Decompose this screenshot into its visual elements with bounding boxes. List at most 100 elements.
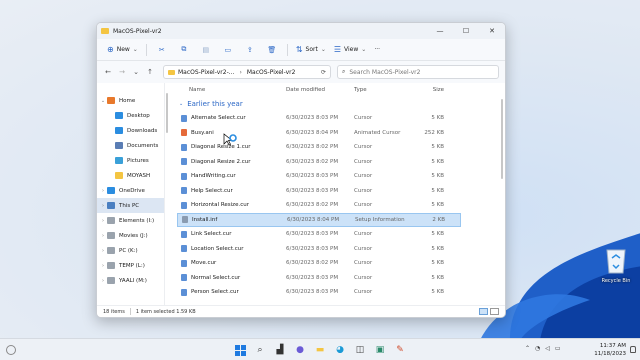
divider bbox=[145, 43, 147, 56]
address-bar-row: ← → ⌄ ↑ MacOS-Pixel-vr2-... › MacOS-Pixe… bbox=[97, 61, 505, 83]
sidebar-item[interactable]: › YAALI (M:) bbox=[97, 273, 164, 288]
file-row[interactable]: Normal Select.cur 6/30/2023 8:03 PM Cursor… bbox=[177, 271, 461, 286]
clock[interactable]: 11:37 AM 11/18/2023 bbox=[594, 342, 626, 358]
recycle-bin-desktop-icon[interactable]: Recycle Bin bbox=[596, 244, 636, 284]
group-header[interactable]: ⌄ Earlier this year bbox=[169, 97, 505, 111]
sidebar-item[interactable]: › This PC bbox=[97, 198, 164, 213]
sort-button[interactable]: ⇅ Sort ⌄ bbox=[292, 43, 330, 57]
sidebar-item[interactable]: MOYASH bbox=[97, 168, 164, 183]
minimize-button[interactable]: — bbox=[427, 23, 453, 39]
start-button[interactable] bbox=[232, 342, 248, 358]
file-name-cell: Link Select.cur bbox=[177, 230, 286, 238]
battery-icon[interactable]: ▭ bbox=[555, 345, 561, 352]
file-type: Cursor bbox=[354, 289, 373, 296]
edge-icon[interactable]: ◕ bbox=[332, 342, 348, 358]
file-row[interactable]: Horizontal Resize.cur 6/30/2023 8:02 PM Cu… bbox=[177, 198, 461, 213]
sidebar-item[interactable]: Documents bbox=[97, 138, 164, 153]
file-row[interactable]: Alternate Select.cur 6/30/2023 8:03 PM Cur… bbox=[177, 111, 461, 126]
up-arrow-icon[interactable]: ↑ bbox=[143, 68, 157, 76]
command-bar: ⊕ New ⌄ ✂ ⧉ ▤ ▭ ⇪ 🗑 ⇅ Sort ⌄ ☰ View ⌄ ··… bbox=[97, 39, 505, 61]
sidebar-item[interactable]: › Elements (I:) bbox=[97, 213, 164, 228]
file-type: Setup Information bbox=[355, 216, 405, 223]
sidebar-item[interactable]: › PC (K:) bbox=[97, 243, 164, 258]
paste-icon[interactable]: ▤ bbox=[195, 43, 217, 57]
chevron-icon[interactable]: › bbox=[99, 203, 107, 209]
new-button[interactable]: ⊕ New ⌄ bbox=[103, 43, 142, 57]
busy-cursor-icon bbox=[223, 133, 237, 146]
cut-icon[interactable]: ✂ bbox=[151, 43, 173, 57]
file-row[interactable]: Install.inf 6/30/2023 8:04 PM Setup Inform… bbox=[177, 212, 461, 227]
file-row[interactable]: Location Select.cur 6/30/2023 8:03 PM Curs… bbox=[177, 242, 461, 257]
file-type: Cursor bbox=[354, 187, 373, 194]
copy-icon[interactable]: ⧉ bbox=[173, 43, 195, 57]
file-row[interactable]: Diagonal Resize 1.cur 6/30/2023 8:02 PM Cu… bbox=[177, 140, 461, 155]
maximize-button[interactable]: ☐ bbox=[453, 23, 479, 39]
column-header-date[interactable]: Date modified bbox=[286, 87, 354, 93]
search-input[interactable]: ⌕ Search MacOS-Pixel-vr2 bbox=[337, 65, 499, 79]
sidebar-item[interactable]: Pictures bbox=[97, 153, 164, 168]
sidebar-item[interactable]: › Movies (J:) bbox=[97, 228, 164, 243]
refresh-icon[interactable]: ⟳ bbox=[321, 69, 326, 76]
file-explorer-taskbar-icon[interactable]: ▬ bbox=[312, 342, 328, 358]
column-header-name[interactable]: Name bbox=[169, 87, 286, 93]
breadcrumb-item[interactable]: MacOS-Pixel-vr2 bbox=[247, 69, 296, 76]
notification-icon[interactable] bbox=[630, 346, 636, 353]
details-view-icon[interactable] bbox=[479, 308, 488, 315]
file-row[interactable]: Link Select.cur 6/30/2023 8:03 PM Cursor 5 … bbox=[177, 227, 461, 242]
back-arrow-icon[interactable]: ← bbox=[101, 68, 115, 76]
chevron-icon[interactable]: › bbox=[99, 263, 107, 269]
column-header-size[interactable]: Size bbox=[410, 87, 444, 93]
weather-icon[interactable] bbox=[6, 345, 16, 355]
file-row[interactable]: Busy.ani 6/30/2023 8:04 PM Animated Cursor… bbox=[177, 126, 461, 141]
chevron-icon[interactable]: › bbox=[99, 188, 107, 194]
share-icon[interactable]: ⇪ bbox=[239, 43, 261, 57]
network-icon[interactable]: ◔ bbox=[535, 345, 540, 352]
sidebar-item-label: Movies (J:) bbox=[119, 232, 148, 239]
store-icon[interactable]: ◫ bbox=[352, 342, 368, 358]
more-options-button[interactable]: ··· bbox=[370, 43, 384, 57]
new-label: New bbox=[116, 46, 130, 53]
file-date: 6/30/2023 8:04 PM bbox=[287, 216, 340, 223]
file-date: 6/30/2023 8:03 PM bbox=[286, 274, 339, 281]
sidebar-item[interactable]: › TEMP (L:) bbox=[97, 258, 164, 273]
chevron-icon[interactable]: › bbox=[99, 218, 107, 224]
sidebar-item[interactable]: Downloads bbox=[97, 123, 164, 138]
chevron-icon[interactable]: › bbox=[99, 248, 107, 254]
file-name: Diagonal Resize 1.cur bbox=[191, 144, 251, 151]
search-taskbar-icon[interactable]: ⌕ bbox=[252, 342, 268, 358]
breadcrumb-item[interactable]: MacOS-Pixel-vr2-... bbox=[178, 69, 234, 76]
scroll-thumb[interactable] bbox=[166, 93, 168, 133]
delete-icon[interactable]: 🗑 bbox=[261, 43, 283, 57]
chevron-up-icon[interactable]: ⌃ bbox=[525, 345, 530, 352]
chevron-icon[interactable]: › bbox=[99, 233, 107, 239]
photos-icon[interactable]: ▣ bbox=[372, 342, 388, 358]
sidebar-item[interactable]: › OneDrive bbox=[97, 183, 164, 198]
chevron-icon[interactable]: ⌄ bbox=[99, 98, 107, 104]
file-row[interactable]: Person Select.cur 6/30/2023 8:03 PM Cursor… bbox=[177, 285, 461, 300]
view-button[interactable]: ☰ View ⌄ bbox=[330, 43, 370, 57]
folder-icon bbox=[107, 277, 115, 284]
chevron-icon[interactable]: › bbox=[99, 278, 107, 284]
tiles-view-icon[interactable] bbox=[490, 308, 499, 315]
breadcrumb[interactable]: MacOS-Pixel-vr2-... › MacOS-Pixel-vr2 ⟳ bbox=[163, 65, 331, 79]
file-size: 5 KB bbox=[431, 260, 444, 267]
volume-icon[interactable]: ◁ bbox=[545, 345, 550, 352]
task-view-icon[interactable]: ▟ bbox=[272, 342, 288, 358]
file-date: 6/30/2023 8:02 PM bbox=[286, 260, 339, 267]
sidebar-item[interactable]: Desktop bbox=[97, 108, 164, 123]
forward-arrow-icon[interactable]: → bbox=[115, 68, 129, 76]
file-row[interactable]: Help Select.cur 6/30/2023 8:03 PM Cursor 5 … bbox=[177, 184, 461, 199]
recent-chevron-icon[interactable]: ⌄ bbox=[129, 68, 143, 76]
file-row[interactable]: Move.cur 6/30/2023 8:02 PM Cursor 5 KB bbox=[177, 256, 461, 271]
app-icon[interactable]: ✎ bbox=[392, 342, 408, 358]
rename-icon[interactable]: ▭ bbox=[217, 43, 239, 57]
chat-icon[interactable]: ● bbox=[292, 342, 308, 358]
file-list-scrollbar[interactable] bbox=[499, 97, 505, 305]
sidebar-item[interactable]: ⌄ Home bbox=[97, 93, 164, 108]
title-bar[interactable]: MacOS-Pixel-vr2 — ☐ ✕ bbox=[97, 23, 505, 39]
scroll-thumb[interactable] bbox=[501, 99, 503, 179]
column-header-type[interactable]: Type bbox=[354, 87, 410, 93]
file-row[interactable]: HandWriting.cur 6/30/2023 8:03 PM Cursor 5 … bbox=[177, 169, 461, 184]
file-row[interactable]: Diagonal Resize 2.cur 6/30/2023 8:02 PM Cu… bbox=[177, 155, 461, 170]
close-button[interactable]: ✕ bbox=[479, 23, 505, 39]
